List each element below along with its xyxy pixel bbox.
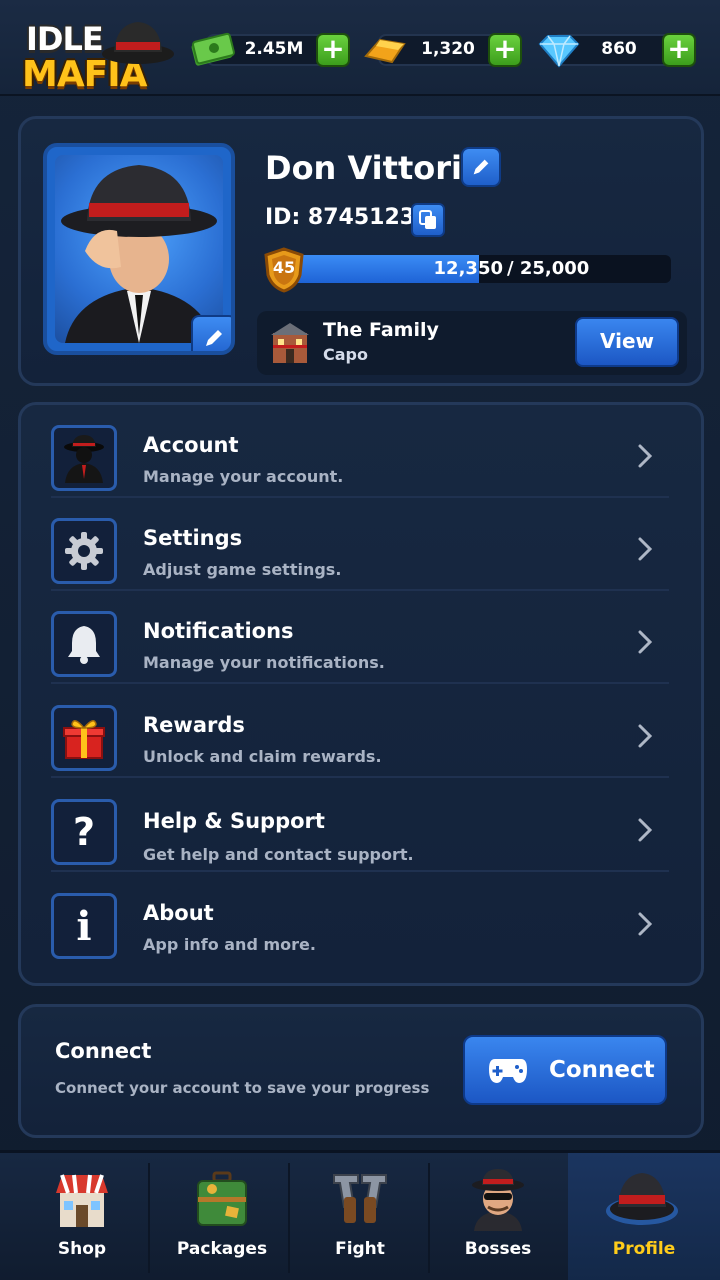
gems-value: 860 — [601, 39, 637, 59]
pencil-icon — [206, 330, 222, 346]
family-role: Capo — [323, 345, 368, 364]
connect-button[interactable]: Connect — [463, 1035, 667, 1105]
level-badge: 45 — [263, 247, 305, 297]
connect-title: Connect — [55, 1039, 152, 1063]
settings-menu: Account Manage your account. Settings Ad… — [18, 402, 704, 986]
menu-title-settings: Settings — [143, 526, 243, 550]
suitcase-icon — [197, 1171, 247, 1226]
xp-total: / 25,000 — [507, 258, 590, 279]
boss-icon — [472, 1169, 524, 1231]
top-bar: IDLE MAFIA 2.45M + 1,320 + 860 + — [0, 0, 720, 96]
nav-label-fight: Fight — [335, 1239, 385, 1259]
menu-title-help-support: Help & Support — [143, 809, 325, 833]
gear-icon — [65, 532, 103, 570]
menu-subtitle-rewards: Unlock and claim rewards. — [143, 747, 382, 766]
menu-subtitle-settings: Adjust game settings. — [143, 560, 342, 579]
gift-icon — [63, 720, 105, 759]
family-row: The Family Capo View — [257, 311, 687, 375]
menu-subtitle-account: Manage your account. — [143, 467, 344, 486]
xp-current: 12,350 — [433, 258, 503, 279]
edit-avatar-button[interactable] — [191, 315, 231, 351]
add-gems-button[interactable]: + — [662, 33, 696, 67]
connect-button-label: Connect — [549, 1057, 655, 1083]
chevron-right-icon — [638, 630, 653, 654]
nav-fight[interactable]: Fight — [290, 1153, 430, 1280]
add-cash-button[interactable]: + — [316, 33, 350, 67]
chevron-right-icon — [638, 537, 653, 561]
menu-item-help-support[interactable]: ? Help & Support Get help and contact su… — [51, 779, 669, 872]
view-family-button[interactable]: View — [575, 317, 679, 367]
nav-label-profile: Profile — [612, 1239, 676, 1259]
nav-label-shop: Shop — [57, 1239, 107, 1259]
edit-name-button[interactable] — [461, 147, 501, 187]
gold-value: 1,320 — [421, 39, 475, 59]
menu-item-notifications[interactable]: Notifications Manage your notifications. — [51, 591, 669, 684]
chevron-right-icon — [638, 444, 653, 468]
game-logo: IDLE MAFIA — [20, 14, 174, 98]
bottom-nav: Shop Packages Fight Bosses Profile — [0, 1150, 720, 1280]
menu-item-settings[interactable]: Settings Adjust game settings. — [51, 498, 669, 591]
nav-label-packages: Packages — [176, 1239, 268, 1259]
diamond-icon — [538, 35, 580, 68]
question-icon: ? — [72, 810, 96, 854]
logo-fedora-icon — [102, 22, 174, 64]
level-number: 45 — [272, 258, 296, 277]
xp-progress-bar: 12,350 / 25,000 — [291, 255, 671, 283]
fedora-icon — [606, 1173, 678, 1225]
menu-title-about: About — [143, 901, 214, 925]
bell-icon — [68, 626, 100, 664]
info-icon: i — [76, 902, 92, 950]
connect-subtitle: Connect your account to save your progre… — [55, 1079, 430, 1097]
pistols-icon — [333, 1174, 387, 1223]
chevron-right-icon — [638, 912, 653, 936]
nav-shop[interactable]: Shop — [12, 1153, 152, 1280]
player-name: Don Vittorio — [265, 149, 484, 187]
add-gold-button[interactable]: + — [488, 33, 522, 67]
logo-line1: IDLE — [26, 20, 104, 58]
copy-id-button[interactable] — [411, 203, 445, 237]
menu-title-notifications: Notifications — [143, 619, 294, 643]
gold-bar-icon — [364, 38, 406, 64]
pencil-icon — [473, 159, 489, 175]
menu-subtitle-notifications: Manage your notifications. — [143, 653, 385, 672]
menu-title-rewards: Rewards — [143, 713, 245, 737]
cash-icon — [191, 32, 235, 66]
menu-title-account: Account — [143, 433, 239, 457]
gold-counter: 1,320 + — [362, 32, 524, 68]
nav-bosses[interactable]: Bosses — [428, 1153, 568, 1280]
cash-value: 2.45M — [244, 39, 304, 59]
cash-counter: 2.45M + — [190, 32, 352, 68]
connect-card: Connect Connect your account to save you… — [18, 1004, 704, 1138]
family-building-icon — [271, 323, 309, 363]
menu-item-about[interactable]: i About App info and more. — [51, 873, 669, 983]
nav-packages[interactable]: Packages — [152, 1153, 292, 1280]
menu-item-account[interactable]: Account Manage your account. — [51, 405, 669, 498]
menu-subtitle-about: App info and more. — [143, 935, 316, 954]
player-id: ID: 87451236 — [265, 205, 431, 230]
nav-profile[interactable]: Profile — [568, 1153, 720, 1280]
shop-icon — [56, 1174, 108, 1227]
family-name: The Family — [323, 319, 439, 341]
chevron-right-icon — [638, 818, 653, 842]
copy-icon — [419, 210, 436, 229]
profile-card: Don Vittorio ID: 87451236 12,350 / 25,00… — [18, 116, 704, 386]
chevron-right-icon — [638, 724, 653, 748]
menu-subtitle-help-support: Get help and contact support. — [143, 845, 414, 864]
avatar[interactable] — [43, 143, 235, 355]
menu-item-rewards[interactable]: Rewards Unlock and claim rewards. — [51, 685, 669, 778]
mafioso-icon — [64, 435, 104, 483]
nav-label-bosses: Bosses — [464, 1239, 532, 1259]
gems-counter: 860 + — [536, 32, 698, 68]
gamepad-icon — [489, 1059, 527, 1083]
